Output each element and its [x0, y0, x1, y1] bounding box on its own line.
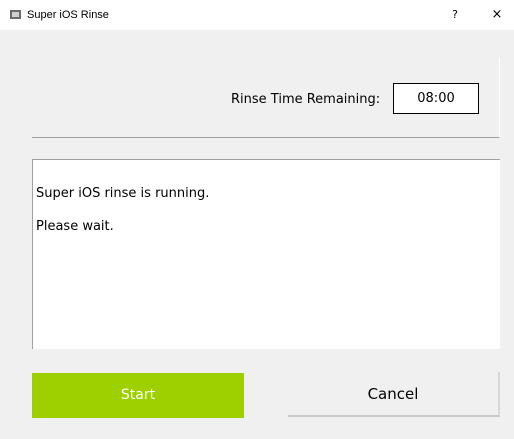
start-button[interactable]: Start	[32, 373, 244, 418]
window-title: Super iOS Rinse	[27, 9, 109, 21]
app-icon	[10, 10, 21, 19]
close-button[interactable]: ×	[484, 6, 510, 24]
status-message: Super iOS rinse is running.	[36, 186, 210, 201]
rinse-time-value: 08:00	[393, 83, 479, 114]
status-wait-message: Please wait.	[36, 219, 114, 234]
cancel-button[interactable]: Cancel	[288, 372, 500, 417]
rinse-time-label: Rinse Time Remaining:	[231, 92, 381, 107]
help-button[interactable]: ?	[442, 6, 468, 24]
title-bar: Super iOS Rinse ? ×	[0, 0, 514, 30]
